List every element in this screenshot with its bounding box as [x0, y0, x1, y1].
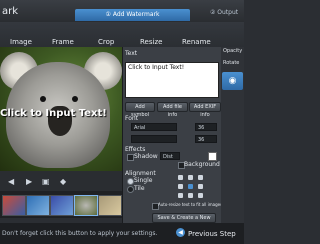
- align-middle-left[interactable]: [178, 184, 183, 189]
- single-label: Single: [134, 177, 153, 184]
- align-top-center[interactable]: [188, 175, 193, 180]
- next-image-icon[interactable]: ▶: [26, 177, 32, 186]
- shadow-select[interactable]: Dist: [160, 152, 180, 160]
- fit-icon[interactable]: ▣: [42, 177, 50, 186]
- koala-eye-left: [40, 96, 46, 102]
- letter-spacing-select[interactable]: 36: [195, 135, 217, 143]
- auto-resize-label: Auto-resize text to fit all images: [158, 202, 223, 207]
- thumbnail-selected[interactable]: [74, 195, 98, 216]
- toolbar-resize[interactable]: Resize: [140, 38, 162, 46]
- toolbar-image[interactable]: Image: [10, 38, 32, 46]
- background-label: Background: [184, 161, 220, 168]
- thumbnail[interactable]: [26, 195, 50, 216]
- toolbar-rename[interactable]: Rename: [182, 38, 211, 46]
- koala-eye-right: [72, 96, 78, 102]
- app-title: ark: [2, 6, 19, 17]
- prev-image-icon[interactable]: ◀: [8, 177, 14, 186]
- tool-icon[interactable]: ◆: [60, 177, 66, 186]
- align-bottom-left[interactable]: [178, 193, 183, 198]
- effects-section-label: Effects: [125, 146, 146, 153]
- toolbar-crop[interactable]: Crop: [98, 38, 114, 46]
- align-top-left[interactable]: [178, 175, 183, 180]
- add-file-info-button[interactable]: Add file info: [157, 102, 188, 118]
- eye-icon[interactable]: ◉: [222, 72, 243, 90]
- previous-step-icon[interactable]: ◀: [176, 228, 185, 237]
- font-select[interactable]: Arial: [131, 123, 177, 131]
- opacity-label: Opacity: [223, 48, 243, 54]
- toolbar-frame[interactable]: Frame: [52, 38, 74, 46]
- shadow-checkbox[interactable]: [127, 154, 134, 161]
- rotate-label: Rotate: [223, 60, 240, 66]
- align-bottom-right[interactable]: [198, 193, 203, 198]
- watermark-text-preview[interactable]: Click to Input Text!: [0, 108, 107, 119]
- tab-output[interactable]: ② Output: [210, 9, 238, 16]
- single-radio[interactable]: [127, 178, 134, 185]
- tile-radio[interactable]: [127, 186, 134, 193]
- font-section-label: Font: [125, 115, 139, 122]
- thumbnail[interactable]: [98, 195, 122, 216]
- tile-label: Tile: [134, 185, 145, 192]
- apply-hint: Don't forget click this button to apply …: [2, 230, 158, 237]
- shadow-label: Shadow: [134, 153, 158, 160]
- font-style-select[interactable]: [131, 135, 177, 143]
- watermark-text-input[interactable]: Click to Input Text!: [125, 62, 219, 98]
- align-top-right[interactable]: [198, 175, 203, 180]
- thumbnail[interactable]: [50, 195, 74, 216]
- tab-add-watermark[interactable]: ① Add Watermark: [75, 9, 190, 21]
- thumbnail[interactable]: [2, 195, 26, 216]
- save-create-layer-button[interactable]: Save & Create a New Layer: [152, 213, 216, 229]
- previous-step-button[interactable]: Previous Step: [188, 230, 236, 238]
- add-symbol-button[interactable]: Add symbol: [125, 102, 155, 118]
- align-middle-right[interactable]: [198, 184, 203, 189]
- alignment-section-label: Alignment: [125, 170, 156, 177]
- text-section-label: Text: [125, 50, 138, 57]
- add-exif-info-button[interactable]: Add EXIF info: [189, 102, 221, 118]
- font-size-select[interactable]: 36: [195, 123, 217, 131]
- align-center[interactable]: [188, 184, 193, 189]
- shadow-color-swatch[interactable]: [208, 152, 217, 161]
- align-bottom-center[interactable]: [188, 193, 193, 198]
